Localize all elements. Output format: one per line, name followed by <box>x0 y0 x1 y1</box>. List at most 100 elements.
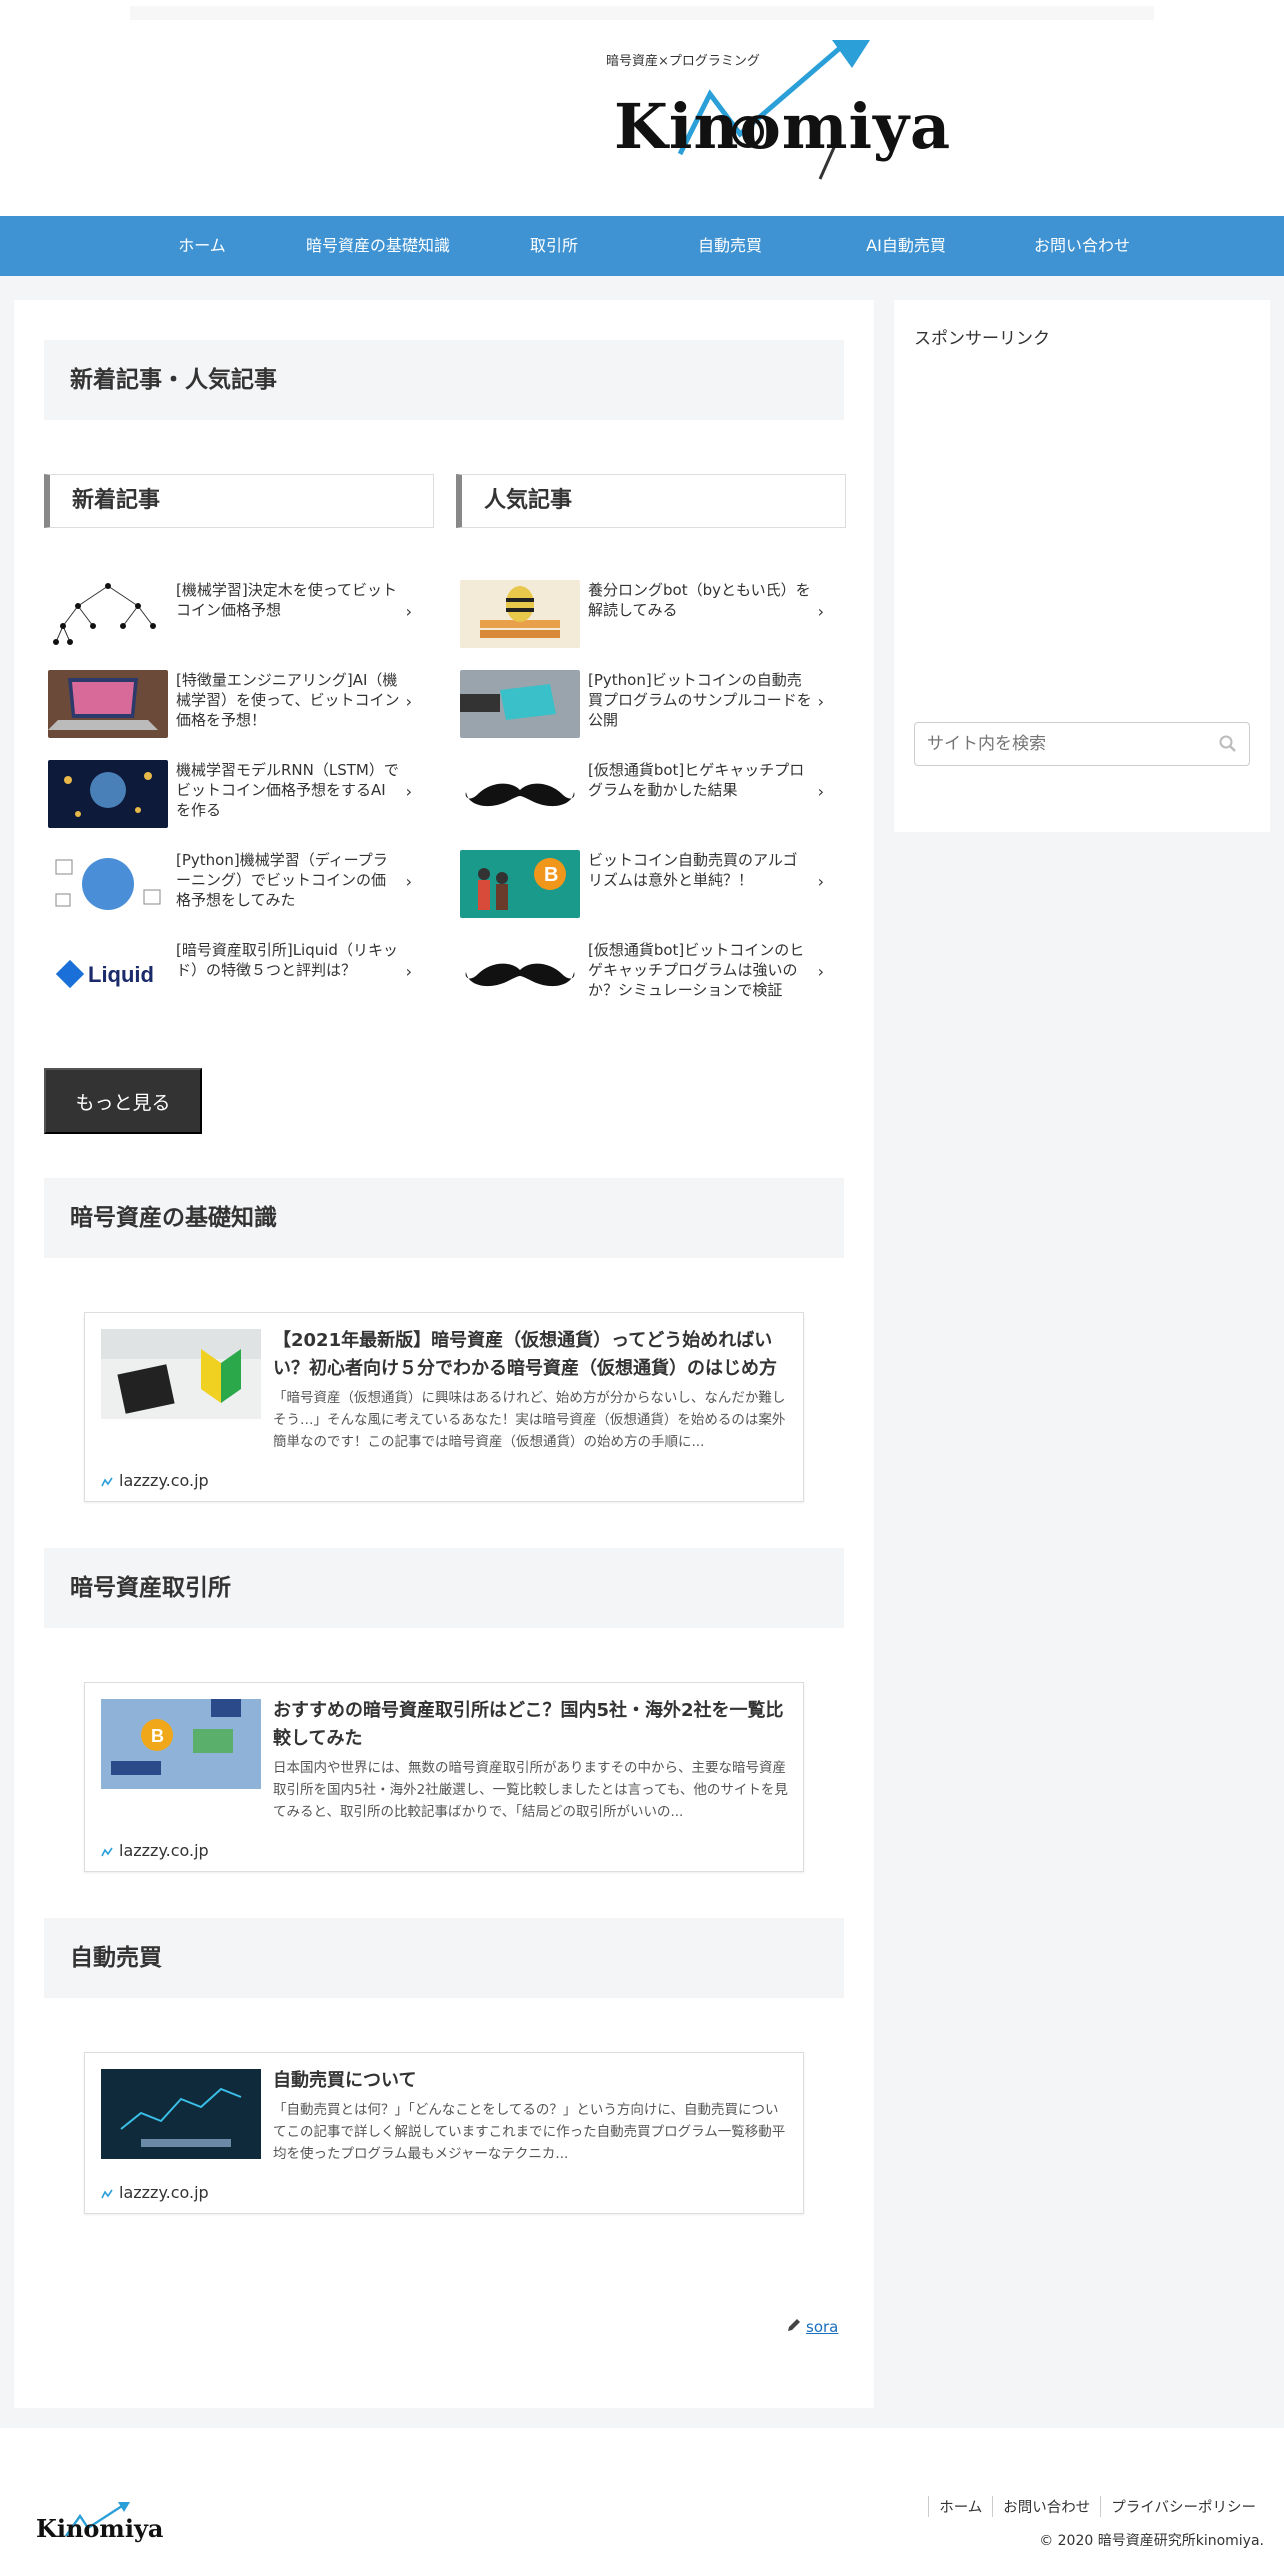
chevron-right-icon: › <box>817 872 824 891</box>
card-thumbnail <box>101 2069 261 2159</box>
chevron-right-icon: › <box>817 692 824 711</box>
blog-card[interactable]: 【2021年最新版】暗号資産（仮想通貨）ってどう始めればいい？初心者向け５分でわ… <box>84 1312 804 1502</box>
card-title: 【2021年最新版】暗号資産（仮想通貨）ってどう始めればいい？初心者向け５分でわ… <box>273 1330 777 1379</box>
article-title: [Python]ビットコインの自動売買プログラムのサンプルコードを公開 <box>588 671 812 729</box>
chevron-right-icon: › <box>405 962 412 981</box>
section-title-auto-trading: 自動売買 <box>44 1918 844 1998</box>
article-thumbnail <box>460 760 580 828</box>
sidebar: スポンサーリンク <box>894 300 1270 832</box>
footer-logo-text: Kinomiya <box>36 2514 164 2543</box>
liquid-logo-icon: Liquid <box>48 940 168 1008</box>
main-content: 新着記事・人気記事 新着記事 人気記事 [機械学習]決定木を使ってビットコイン価… <box>14 300 874 2408</box>
footer-nav: ホーム お問い合わせ プライバシーポリシー <box>928 2496 1266 2517</box>
card-site-label: lazzzy.co.jp <box>119 2183 209 2202</box>
mustache-icon <box>460 760 580 828</box>
card-excerpt: 「自動売買とは何？」「どんなことをしてるの？」という方向けに、自動売買についてこ… <box>273 2102 786 2162</box>
new-article-item[interactable]: 機械学習モデルRNN（LSTM）でビットコイン価格予想をするAIを作る › <box>44 752 424 832</box>
nav-item-auto-trading[interactable]: 自動売買 <box>642 216 818 276</box>
new-article-item[interactable]: [Python]機械学習（ディープラーニング）でビットコインの価格予想をしてみた… <box>44 842 424 922</box>
article-thumbnail: B <box>460 850 580 918</box>
chevron-right-icon: › <box>405 692 412 711</box>
search-input[interactable] <box>914 722 1250 766</box>
nav-item-basics[interactable]: 暗号資産の基礎知識 <box>290 216 466 276</box>
global-nav: ホーム 暗号資産の基礎知識 取引所 自動売買 AI自動売買 お問い合わせ <box>0 216 1284 276</box>
laptop-icon <box>48 670 168 738</box>
logo-subtitle: 暗号資産×プログラミング <box>606 54 760 69</box>
article-title: [特徴量エンジニアリング]AI（機械学習）を使って、ビットコイン価格を予想！ <box>176 671 400 729</box>
card-site: lazzzy.co.jp <box>101 2183 209 2202</box>
article-title: [機械学習]決定木を使ってビットコイン価格予想 <box>176 581 397 619</box>
chevron-right-icon: › <box>817 782 824 801</box>
new-article-item[interactable]: Liquid [暗号資産取引所]Liquid（リキッド）の特徴５つと評判は？ › <box>44 932 424 1012</box>
chevron-right-icon: › <box>817 962 824 981</box>
nav-item-contact[interactable]: お問い合わせ <box>994 216 1170 276</box>
search-icon[interactable] <box>1218 734 1238 754</box>
trading-tablet-icon <box>101 2069 261 2159</box>
card-excerpt: 「暗号資産（仮想通貨）に興味はあるけれど、始め方が分からないし、なんだか難しそう… <box>273 1390 786 1450</box>
new-article-item[interactable]: [特徴量エンジニアリング]AI（機械学習）を使って、ビットコイン価格を予想！ › <box>44 662 424 742</box>
brain-icon <box>48 850 168 918</box>
card-title: おすすめの暗号資産取引所はどこ？国内5社・海外2社を一覧比較してみた <box>273 1700 784 1749</box>
article-title: 養分ロングbot（byともい氏）を解読してみる <box>588 581 811 619</box>
site-logo[interactable]: 暗号資産×プログラミング Kinomiya <box>600 34 950 194</box>
article-thumbnail <box>460 580 580 648</box>
popular-article-item[interactable]: [Python]ビットコインの自動売買プログラムのサンプルコードを公開 › <box>456 662 836 742</box>
svg-text:B: B <box>151 1726 164 1746</box>
popular-article-item[interactable]: [仮想通貨bot]ビットコインのヒゲキャッチプログラムは強いのか？シミュレーショ… <box>456 932 836 1012</box>
popular-article-item[interactable]: B ビットコイン自動売買のアルゴリズムは意外と単純？！ › <box>456 842 836 922</box>
card-thumbnail: B <box>101 1699 261 1789</box>
robot-hand-icon <box>460 670 580 738</box>
section-title-exchange: 暗号資産取引所 <box>44 1548 844 1628</box>
article-title: 機械学習モデルRNN（LSTM）でビットコイン価格予想をするAIを作る <box>176 761 399 819</box>
article-title: [暗号資産取引所]Liquid（リキッド）の特徴５つと評判は？ <box>176 941 398 979</box>
svg-text:Liquid: Liquid <box>88 962 154 987</box>
footer-logo[interactable]: Kinomiya <box>36 2498 163 2548</box>
article-thumbnail <box>48 580 168 648</box>
card-thumbnail <box>101 1329 261 1419</box>
beginner-mark-icon <box>101 1329 261 1419</box>
new-article-item[interactable]: [機械学習]決定木を使ってビットコイン価格予想 › <box>44 572 424 652</box>
footer-link-home[interactable]: ホーム <box>928 2496 992 2517</box>
nav-item-ai-trading[interactable]: AI自動売買 <box>818 216 994 276</box>
chevron-right-icon: › <box>405 872 412 891</box>
tab-popular-articles: 人気記事 <box>456 474 846 528</box>
mustache-icon <box>460 940 580 1008</box>
ai-figure-icon <box>48 760 168 828</box>
article-thumbnail <box>48 760 168 828</box>
blog-card[interactable]: B おすすめの暗号資産取引所はどこ？国内5社・海外2社を一覧比較してみた 日本国… <box>84 1682 804 1872</box>
blog-card[interactable]: 自動売買について 「自動売買とは何？」「どんなことをしてるの？」という方向けに、… <box>84 2052 804 2214</box>
card-site: lazzzy.co.jp <box>101 1471 209 1490</box>
bitcoin-people-icon: B <box>460 850 580 918</box>
article-title: ビットコイン自動売買のアルゴリズムは意外と単純？！ <box>588 851 798 889</box>
section-title-new-popular: 新着記事・人気記事 <box>44 340 844 420</box>
more-button[interactable]: もっと見る <box>44 1068 202 1134</box>
article-thumbnail: Liquid <box>48 940 168 1008</box>
sponsor-label: スポンサーリンク <box>914 329 1050 349</box>
nav-item-exchange[interactable]: 取引所 <box>466 216 642 276</box>
popular-article-item[interactable]: [仮想通貨bot]ヒゲキャッチプログラムを動かした結果 › <box>456 752 836 832</box>
nav-item-home[interactable]: ホーム <box>114 216 290 276</box>
footer-link-privacy[interactable]: プライバシーポリシー <box>1100 2496 1266 2517</box>
card-site-label: lazzzy.co.jp <box>119 1471 209 1490</box>
article-title: [Python]機械学習（ディープラーニング）でビットコインの価格予想をしてみた <box>176 851 388 909</box>
footer-link-contact[interactable]: お問い合わせ <box>992 2496 1100 2517</box>
svg-text:B: B <box>544 864 558 886</box>
header-top-bar <box>130 6 1154 20</box>
card-title: 自動売買について <box>273 2070 417 2091</box>
site-footer: Kinomiya ホーム お問い合わせ プライバシーポリシー © 2020 暗号資産… <box>0 2428 1284 2568</box>
chevron-right-icon: › <box>405 782 412 801</box>
card-site: lazzzy.co.jp <box>101 1841 209 1860</box>
article-thumbnail <box>460 670 580 738</box>
popular-article-item[interactable]: 養分ロングbot（byともい氏）を解読してみる › <box>456 572 836 652</box>
author-link[interactable]: sora <box>806 2318 838 2336</box>
card-excerpt: 日本国内や世界には、無数の暗号資産取引所がありますその中から、主要な暗号資産取引… <box>273 1760 788 1820</box>
article-thumbnail <box>48 850 168 918</box>
site-favicon-icon <box>101 2189 113 2198</box>
tab-new-articles: 新着記事 <box>44 474 434 528</box>
article-title: [仮想通貨bot]ビットコインのヒゲキャッチプログラムは強いのか？シミュレーショ… <box>588 941 805 999</box>
site-favicon-icon <box>101 1477 113 1486</box>
pencil-icon <box>788 2319 800 2331</box>
card-site-label: lazzzy.co.jp <box>119 1841 209 1860</box>
exchange-money-icon: B <box>101 1699 261 1789</box>
copyright: © 2020 暗号資産研究所kinomiya. <box>1039 2533 1264 2549</box>
